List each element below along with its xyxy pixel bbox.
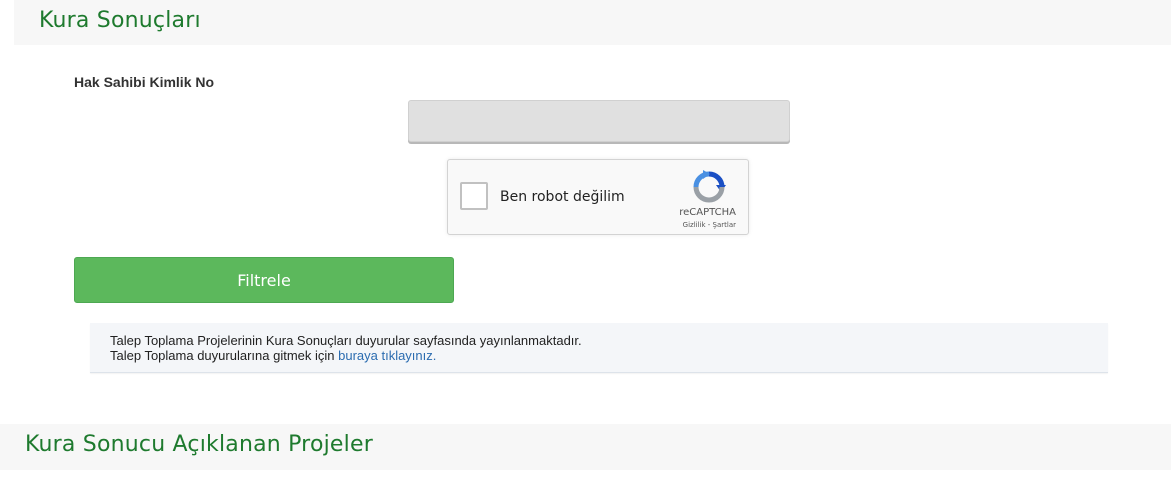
page-title: Kura Sonuçları bbox=[39, 8, 201, 33]
notice-line-1: Talep Toplama Projelerinin Kura Sonuçlar… bbox=[110, 333, 582, 348]
recaptcha-links: Gizlilik - Şartlar bbox=[683, 221, 736, 229]
recaptcha-label: Ben robot değilim bbox=[500, 189, 625, 205]
recaptcha-links-separator: - bbox=[705, 221, 713, 229]
page-header: Kura Sonuçları bbox=[14, 0, 1171, 45]
announcements-link[interactable]: buraya tıklayınız. bbox=[338, 348, 436, 363]
recaptcha-checkbox[interactable] bbox=[460, 182, 488, 210]
recaptcha-privacy-link[interactable]: Gizlilik bbox=[683, 221, 706, 229]
recaptcha-icon bbox=[693, 170, 726, 203]
notice-line-2: Talep Toplama duyurularına gitmek için b… bbox=[110, 348, 1088, 363]
notice-box: Talep Toplama Projelerinin Kura Sonuçlar… bbox=[90, 323, 1108, 373]
recaptcha-widget: Ben robot değilim reCAPTCHA Gizlilik - Ş… bbox=[447, 159, 749, 235]
recaptcha-terms-link[interactable]: Şartlar bbox=[713, 221, 736, 229]
projects-section-header: Kura Sonucu Açıklanan Projeler bbox=[0, 424, 1171, 470]
projects-section-title: Kura Sonucu Açıklanan Projeler bbox=[25, 432, 373, 457]
id-label: Hak Sahibi Kimlik No bbox=[74, 74, 215, 90]
id-input[interactable] bbox=[408, 100, 790, 142]
recaptcha-brand: reCAPTCHA bbox=[679, 207, 736, 218]
notice-line-2-text: Talep Toplama duyurularına gitmek için bbox=[110, 348, 339, 363]
filter-button[interactable]: Filtrele bbox=[74, 257, 454, 303]
